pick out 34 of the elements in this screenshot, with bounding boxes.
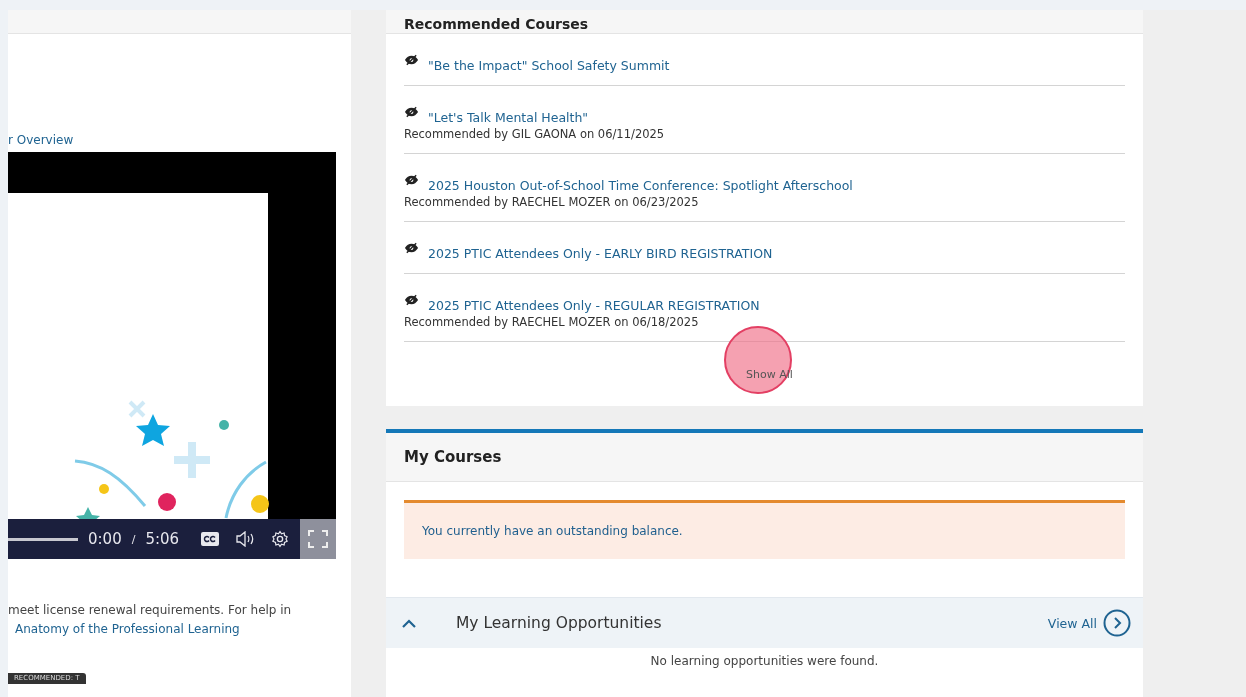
fullscreen-icon [308, 530, 328, 548]
accordion-header[interactable]: My Learning Opportunities View All [386, 597, 1143, 648]
course-link[interactable]: 2025 Houston Out-of-School Time Conference: Spotlight Afterschool [428, 177, 853, 194]
panel-title: Recommended Courses [404, 15, 589, 33]
course-link[interactable]: 2025 PTIC Attendees Only - REGULAR REGISTRATION [428, 297, 760, 314]
description-text: meet license renewal requirements. For help in [8, 602, 293, 619]
course-link[interactable]: 2025 PTIC Attendees Only - EARLY BIRD REGISTRATION [428, 245, 773, 262]
accordion-title: My Learning Opportunities [456, 614, 662, 632]
hidden-eye-icon [404, 174, 419, 186]
captions-icon[interactable] [201, 532, 220, 546]
course-link[interactable]: "Let's Talk Mental Health" [428, 109, 589, 126]
time-separator: / [131, 532, 136, 546]
duration: 5:06 [145, 530, 180, 548]
recommended-by-text: Recommended by RAECHEL MOZER on 06/23/2025 [404, 194, 700, 210]
volume-icon[interactable] [235, 531, 256, 547]
anatomy-link[interactable]: Anatomy of the Professional Learning [15, 620, 240, 639]
hidden-eye-icon [404, 54, 419, 66]
fullscreen-button[interactable] [300, 519, 336, 559]
chevron-circle-icon [1103, 609, 1131, 637]
hidden-eye-icon [404, 242, 419, 254]
view-all-link[interactable]: View All [1047, 609, 1131, 637]
recommended-by-text: Recommended by RAECHEL MOZER on 06/18/2025 [404, 314, 700, 330]
course-link[interactable]: "Be the Impact" School Safety Summit [428, 57, 670, 74]
hidden-eye-icon [404, 294, 419, 306]
current-time: 0:00 [88, 530, 122, 548]
progress-track[interactable] [8, 537, 78, 541]
alert-text: You currently have an outstanding balance. [422, 524, 683, 538]
settings-icon[interactable] [271, 530, 290, 548]
hidden-eye-icon [404, 106, 419, 118]
caret-icon[interactable] [402, 618, 416, 628]
empty-message: No learning opportunities were found. [650, 654, 879, 668]
recommended-by-text: Recommended by GIL GAONA on 06/11/2025 [404, 126, 666, 142]
overview-link[interactable]: r Overview [8, 132, 74, 148]
section-title: My Courses [404, 448, 502, 466]
